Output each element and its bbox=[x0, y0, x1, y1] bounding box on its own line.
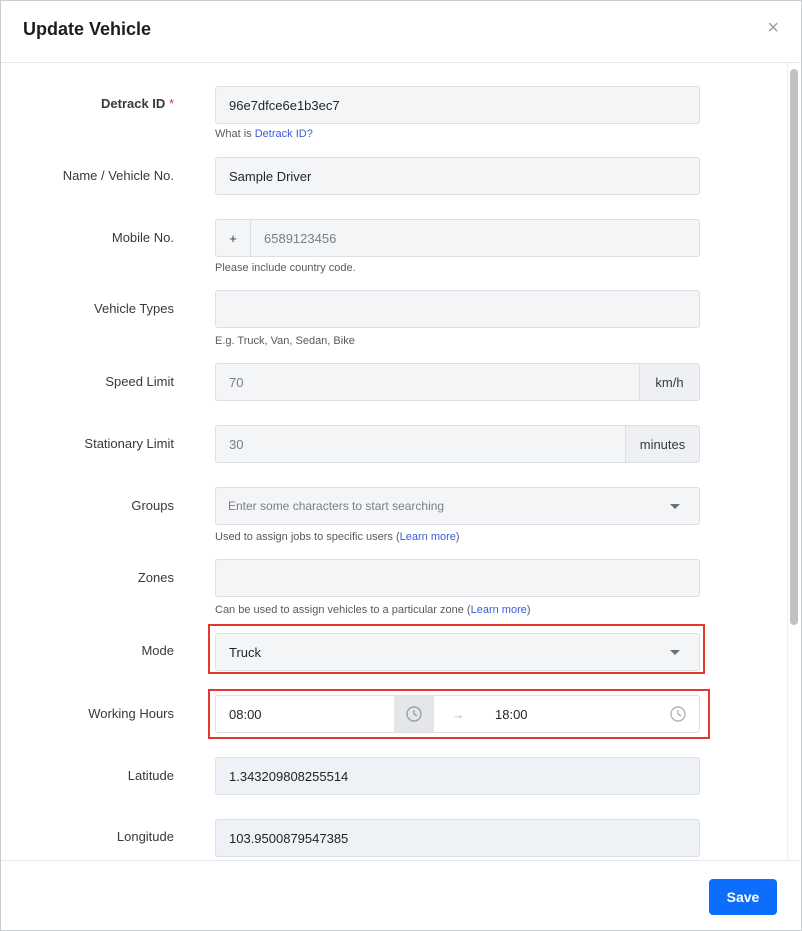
mobile-input[interactable]: + 6589123456 bbox=[215, 219, 700, 257]
detrack-id-link[interactable]: Detrack ID? bbox=[255, 128, 313, 140]
vehicle-types-input[interactable] bbox=[215, 290, 700, 328]
working-hours-range: 08:00 → 18:00 bbox=[215, 695, 700, 733]
chevron-down-icon bbox=[670, 650, 680, 655]
latitude-label: Latitude bbox=[127, 768, 174, 783]
longitude-input[interactable]: 103.9500879547385 bbox=[215, 819, 700, 857]
modal-body: Detrack ID * 96e7dfce6e1b3ec7 What is De… bbox=[1, 63, 787, 861]
chevron-down-icon bbox=[670, 504, 680, 509]
zones-learn-more-link[interactable]: Learn more bbox=[471, 604, 527, 616]
stationary-limit-label: Stationary Limit bbox=[84, 436, 174, 451]
zones-help: Can be used to assign vehicles to a part… bbox=[215, 604, 531, 616]
detrack-id-input[interactable]: 96e7dfce6e1b3ec7 bbox=[215, 86, 700, 124]
vehicle-types-label: Vehicle Types bbox=[94, 301, 174, 316]
range-arrow-icon: → bbox=[451, 706, 465, 722]
speed-unit: km/h bbox=[639, 364, 699, 400]
groups-select[interactable]: Enter some characters to start searching bbox=[215, 487, 700, 525]
zones-input[interactable] bbox=[215, 559, 700, 597]
start-clock-icon[interactable] bbox=[394, 696, 434, 732]
mode-select[interactable]: Truck bbox=[215, 633, 700, 671]
latitude-input[interactable]: 1.343209808255514 bbox=[215, 757, 700, 795]
groups-label: Groups bbox=[131, 498, 174, 513]
mobile-help: Please include country code. bbox=[215, 262, 356, 274]
name-input[interactable]: Sample Driver bbox=[215, 157, 700, 195]
detrack-id-help: What is Detrack ID? bbox=[215, 128, 313, 140]
vehicle-types-help: E.g. Truck, Van, Sedan, Bike bbox=[215, 335, 355, 347]
speed-limit-input[interactable]: 70 km/h bbox=[215, 363, 700, 401]
stationary-limit-input[interactable]: 30 minutes bbox=[215, 425, 700, 463]
modal-header: Update Vehicle × bbox=[1, 1, 801, 63]
update-vehicle-modal: Update Vehicle × Detrack ID * 96e7dfce6e… bbox=[0, 0, 802, 931]
mode-label: Mode bbox=[141, 643, 174, 658]
save-button[interactable]: Save bbox=[709, 879, 777, 915]
end-time-input[interactable]: 18:00 bbox=[482, 696, 658, 732]
modal-title: Update Vehicle bbox=[23, 19, 152, 39]
scrollbar-track[interactable] bbox=[787, 63, 801, 861]
start-time-input[interactable]: 08:00 bbox=[216, 696, 394, 732]
required-mark: * bbox=[168, 96, 174, 111]
mobile-label: Mobile No. bbox=[111, 230, 174, 245]
working-hours-label: Working Hours bbox=[88, 706, 174, 721]
modal-footer: Save bbox=[1, 860, 801, 930]
country-code-prefix: + bbox=[216, 220, 251, 256]
zones-label: Zones bbox=[137, 570, 174, 585]
longitude-label: Longitude bbox=[116, 829, 174, 844]
stationary-unit: minutes bbox=[625, 426, 699, 462]
groups-help: Used to assign jobs to specific users (L… bbox=[215, 531, 460, 543]
close-icon[interactable]: × bbox=[767, 18, 779, 38]
end-clock-icon[interactable] bbox=[658, 696, 698, 732]
groups-learn-more-link[interactable]: Learn more bbox=[400, 531, 456, 543]
name-label: Name / Vehicle No. bbox=[62, 168, 174, 183]
detrack-id-label: Detrack ID * bbox=[101, 96, 174, 111]
scrollbar-thumb[interactable] bbox=[790, 69, 798, 625]
speed-limit-label: Speed Limit bbox=[105, 374, 174, 389]
